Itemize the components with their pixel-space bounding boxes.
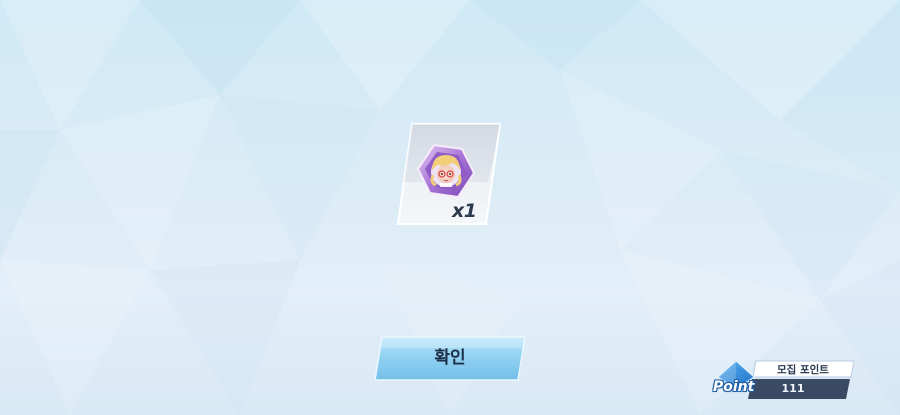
- confirm-button[interactable]: 확인: [374, 336, 526, 381]
- point-label: Point: [713, 379, 755, 395]
- recruit-points-value: 111: [781, 382, 805, 395]
- recruit-points-title: 모집 포인트: [777, 364, 829, 376]
- reward-card-frame: [396, 123, 502, 225]
- reward-quantity: x1: [452, 200, 477, 222]
- reward-card[interactable]: [396, 122, 502, 226]
- confirm-button-label: 확인: [434, 348, 466, 368]
